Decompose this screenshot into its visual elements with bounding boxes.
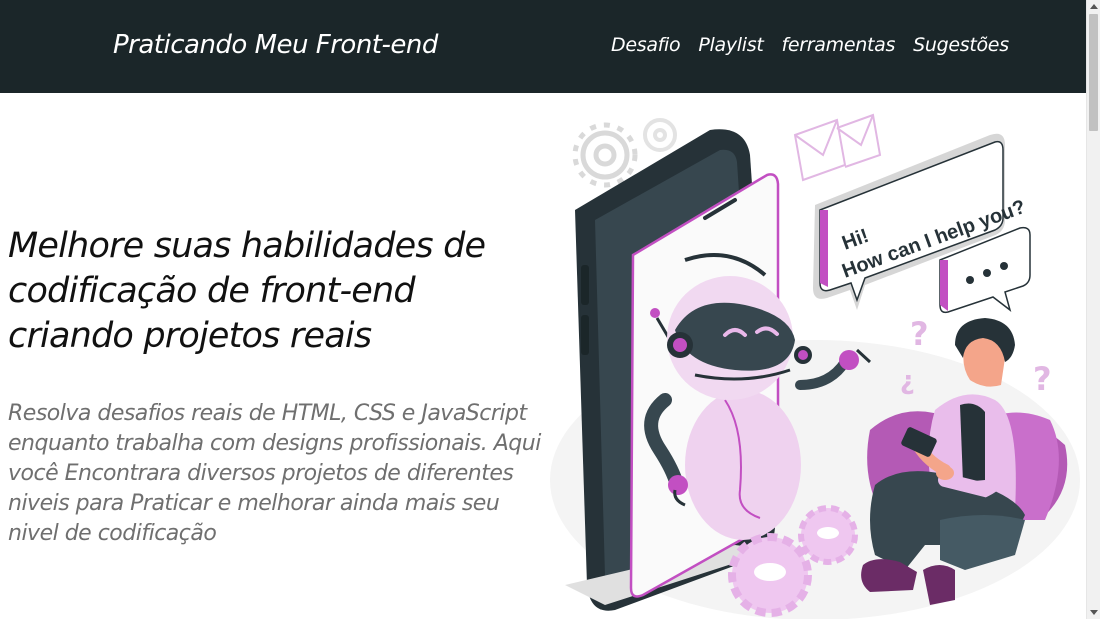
hero-title: Melhore suas habilidades de codificação … [8,226,486,356]
vertical-scrollbar[interactable] [1086,0,1100,619]
gear-icon [643,118,677,152]
hero-description: Resolva desafios reais de HTML, CSS e Ja… [8,401,541,546]
question-mark-icon: ? [1033,360,1052,398]
gear-icon [728,533,812,617]
question-mark-icon: ? [900,368,915,398]
nav-link-desafio[interactable]: Desafio [611,34,681,56]
site-brand[interactable]: Praticando Meu Front-end [113,30,438,60]
main-nav: Desafio Playlist ferramentas Sugestões [611,34,1009,56]
scroll-thumb[interactable] [1089,14,1098,131]
scroll-up-arrow-icon[interactable] [1090,4,1098,9]
chatbot-illustration: Hi! How can I help you? ? ? ? [550,113,1080,619]
question-mark-icon: ? [910,315,929,353]
nav-link-playlist[interactable]: Playlist [698,34,763,56]
nav-link-ferramentas[interactable]: ferramentas [782,34,896,56]
gear-icon [798,505,858,565]
scroll-down-arrow-icon[interactable] [1090,610,1098,615]
page: Praticando Meu Front-end Desafio Playlis… [0,0,1100,619]
envelope-icon [793,113,882,182]
gear-icon [572,122,638,188]
nav-link-sugestoes[interactable]: Sugestões [913,34,1009,56]
top-navbar: Praticando Meu Front-end Desafio Playlis… [0,0,1086,93]
